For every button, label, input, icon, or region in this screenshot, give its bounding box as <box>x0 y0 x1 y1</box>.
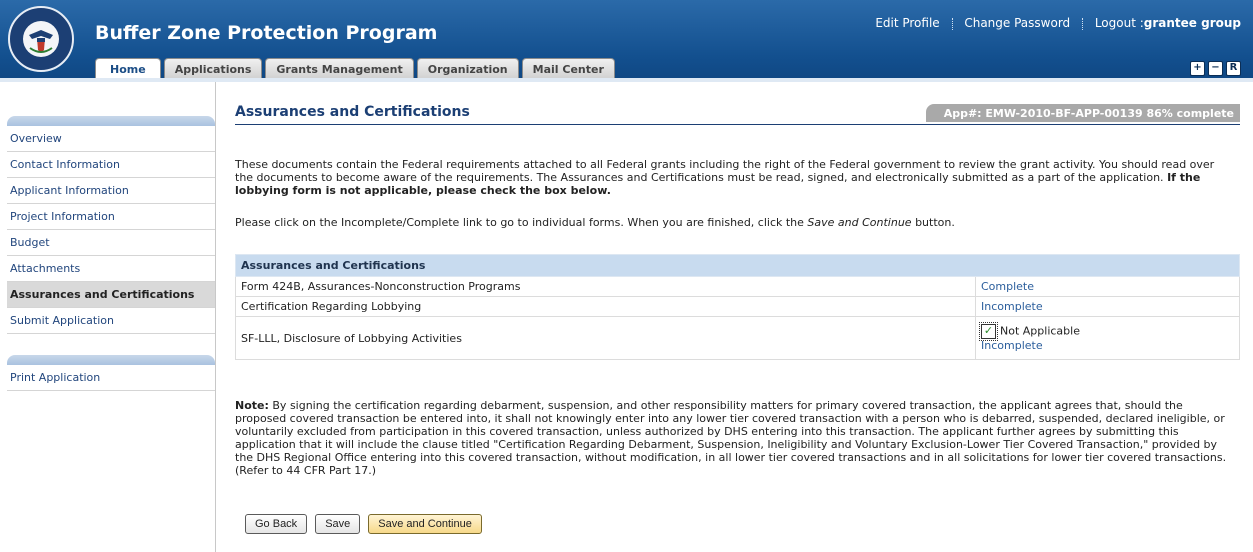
restore-icon[interactable]: R <box>1226 61 1241 76</box>
maximize-icon[interactable]: + <box>1190 61 1205 76</box>
checkbox-label: Not Applicable <box>1000 324 1080 338</box>
note-label: Note: <box>235 399 269 412</box>
save-button[interactable]: Save <box>315 514 361 534</box>
sidebar-item-project-information[interactable]: Project Information <box>7 204 215 230</box>
table-header: Assurances and Certifications <box>235 254 1240 277</box>
instruction-emphasis: Save and Continue <box>807 216 912 229</box>
nav-cap <box>7 355 215 365</box>
sidebar-item-print-application[interactable]: Print Application <box>7 365 215 391</box>
sidebar: Overview Contact Information Applicant I… <box>7 82 216 552</box>
instruction-paragraph: Please click on the Incomplete/Complete … <box>235 216 955 229</box>
sidebar-item-contact-information[interactable]: Contact Information <box>7 152 215 178</box>
dhs-seal-logo <box>8 6 74 72</box>
table-row: Certification Regarding Lobbying Incompl… <box>235 296 1240 317</box>
window-controls: + − R <box>1190 61 1241 76</box>
intro-paragraph: These documents contain the Federal requ… <box>235 158 1235 197</box>
form-name: Form 424B, Assurances-Nonconstruction Pr… <box>235 276 976 297</box>
app-number-badge: App#: EMW-2010-BF-APP-00139 86% complete <box>925 104 1240 122</box>
separator <box>951 17 953 30</box>
status-link[interactable]: Complete <box>975 276 1240 297</box>
nav-cap <box>7 116 215 126</box>
title-divider <box>235 124 1240 125</box>
not-applicable-checkbox[interactable]: ✓ <box>979 322 998 341</box>
sidebar-item-budget[interactable]: Budget <box>7 230 215 256</box>
note-paragraph: Note: By signing the certification regar… <box>235 399 1235 477</box>
intro-text: These documents contain the Federal requ… <box>235 158 1215 184</box>
sidebar-item-submit-application[interactable]: Submit Application <box>7 308 215 334</box>
tab-mail-center[interactable]: Mail Center <box>521 58 615 80</box>
instruction-text-end: button. <box>911 216 955 229</box>
logout-link[interactable]: Logout : <box>1095 16 1144 30</box>
form-name: SF-LLL, Disclosure of Lobbying Activitie… <box>235 316 976 360</box>
status-link[interactable]: Incomplete <box>975 296 1240 317</box>
change-password-link[interactable]: Change Password <box>964 16 1070 30</box>
app-title: Buffer Zone Protection Program <box>95 22 438 44</box>
tab-organization[interactable]: Organization <box>416 58 519 80</box>
form-name: Certification Regarding Lobbying <box>235 296 976 317</box>
table-row: Form 424B, Assurances-Nonconstruction Pr… <box>235 276 1240 297</box>
top-links: Edit Profile Change Password Logout :gra… <box>875 16 1241 30</box>
lobbying-status-cell: ✓ Not Applicable Incomplete <box>975 316 1240 360</box>
tab-grants-management[interactable]: Grants Management <box>265 58 414 80</box>
sidebar-item-overview[interactable]: Overview <box>7 126 215 152</box>
sidebar-item-assurances[interactable]: Assurances and Certifications <box>7 282 215 308</box>
note-text: By signing the certification regarding d… <box>235 399 1227 477</box>
save-and-continue-button[interactable]: Save and Continue <box>368 514 482 534</box>
instruction-text: Please click on the Incomplete/Complete … <box>235 216 808 229</box>
minimize-icon[interactable]: − <box>1208 61 1223 76</box>
sidebar-item-applicant-information[interactable]: Applicant Information <box>7 178 215 204</box>
action-buttons: Go Back Save Save and Continue <box>245 514 482 534</box>
status-link[interactable]: Incomplete <box>981 339 1043 352</box>
page-title: Assurances and Certifications <box>235 104 470 120</box>
app-header: Buffer Zone Protection Program Edit Prof… <box>0 0 1253 82</box>
separator <box>1081 17 1083 30</box>
edit-profile-link[interactable]: Edit Profile <box>875 16 939 30</box>
tab-applications[interactable]: Applications <box>163 58 263 80</box>
go-back-button[interactable]: Go Back <box>245 514 308 534</box>
table-row: SF-LLL, Disclosure of Lobbying Activitie… <box>235 316 1240 360</box>
assurances-table: Assurances and Certifications Form 424B,… <box>235 254 1240 360</box>
username: grantee group <box>1143 16 1241 30</box>
sidebar-item-attachments[interactable]: Attachments <box>7 256 215 282</box>
